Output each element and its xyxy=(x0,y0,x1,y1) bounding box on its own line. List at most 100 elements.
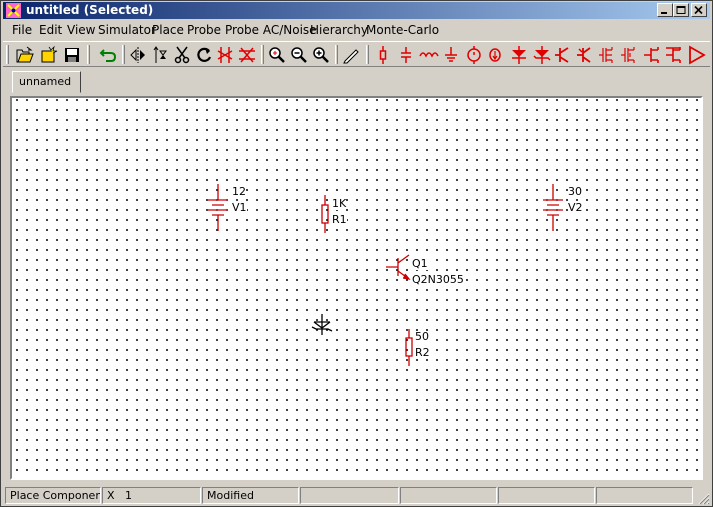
menu-probe[interactable]: Probe xyxy=(187,23,221,38)
app-icon xyxy=(6,3,21,18)
place-nmos-button[interactable] xyxy=(597,45,617,65)
npn-transistor-icon xyxy=(555,47,569,63)
delete-wire-icon xyxy=(217,47,233,63)
resistor-r1[interactable] xyxy=(321,195,329,233)
battery-v1[interactable] xyxy=(208,184,228,231)
draw-wire-button[interactable] xyxy=(341,45,361,65)
place-voltage-source-button[interactable] xyxy=(464,45,484,65)
delete-node-icon xyxy=(239,47,255,63)
njfet-icon xyxy=(644,47,659,63)
undo-button[interactable] xyxy=(98,45,118,65)
place-njfet-button[interactable] xyxy=(641,45,661,65)
cut-scissors-icon xyxy=(174,46,190,64)
flip-vertical-icon xyxy=(153,46,167,63)
status-coordinates: X 1 xyxy=(102,487,201,504)
place-zener-button[interactable] xyxy=(532,45,552,65)
place-npn-button[interactable] xyxy=(553,45,573,65)
zener-diode-component[interactable] xyxy=(311,314,333,335)
place-current-source-button[interactable] xyxy=(485,45,505,65)
toolbar-separator xyxy=(366,45,369,64)
status-mode: Place Component xyxy=(5,487,101,504)
maximize-button[interactable] xyxy=(673,3,689,17)
toolbar-separator xyxy=(87,45,90,64)
open-button[interactable] xyxy=(15,45,35,65)
status-panel-5 xyxy=(400,487,497,504)
new-file-icon xyxy=(41,45,58,63)
delete-wire-button[interactable] xyxy=(215,45,235,65)
resistor-r2[interactable] xyxy=(405,329,413,366)
place-resistor-button[interactable] xyxy=(373,45,393,65)
status-state: Modified xyxy=(202,487,299,504)
r1-ref-label: R1 xyxy=(332,213,347,226)
q1-model-label: Q2N3055 xyxy=(412,273,464,286)
status-state-text: Modified xyxy=(207,489,254,502)
title-bar[interactable]: untitled (Selected) xyxy=(3,2,710,19)
resize-grip-icon[interactable] xyxy=(696,491,710,505)
pjfet-icon xyxy=(666,47,681,63)
zoom-fit-icon xyxy=(269,47,285,63)
delete-node-button[interactable] xyxy=(237,45,257,65)
main-window: untitled (Selected) File Edit View Simul… xyxy=(0,0,713,507)
save-button[interactable] xyxy=(62,45,82,65)
pmos-icon xyxy=(621,47,635,63)
toolbar-separator xyxy=(261,45,264,64)
zoom-fit-button[interactable] xyxy=(267,45,287,65)
v2-value-label: 30 xyxy=(568,185,582,198)
schematic-drawing xyxy=(208,184,563,366)
tab-unnamed[interactable]: unnamed xyxy=(12,71,81,93)
menu-simulator[interactable]: Simulator xyxy=(98,23,156,38)
transistor-q1[interactable] xyxy=(386,254,411,280)
flip-horizontal-button[interactable] xyxy=(128,45,148,65)
r1-value-label: 1K xyxy=(332,197,347,210)
tab-label: unnamed xyxy=(19,75,72,88)
cut-button[interactable] xyxy=(172,45,192,65)
menu-hierarchy[interactable]: Hierarchy xyxy=(310,23,368,38)
menu-monte-carlo[interactable]: Monte-Carlo xyxy=(366,23,439,38)
place-capacitor-button[interactable] xyxy=(396,45,416,65)
menu-probe-ac-noise[interactable]: Probe AC/Noise xyxy=(225,23,317,38)
toolbar xyxy=(3,41,710,67)
diode-icon xyxy=(512,46,526,64)
window-title: untitled (Selected) xyxy=(26,3,154,17)
schematic-canvas[interactable]: 12 V1 1K R1 30 V2 Q1 Q2N3055 50 R2 xyxy=(10,96,703,480)
zoom-out-icon xyxy=(291,47,307,63)
status-coord-label: X xyxy=(107,489,115,502)
place-pjfet-button[interactable] xyxy=(663,45,683,65)
status-mode-text: Place Component xyxy=(10,489,101,502)
rotate-button[interactable] xyxy=(194,45,214,65)
zoom-out-button[interactable] xyxy=(289,45,309,65)
flip-vertical-button[interactable] xyxy=(151,45,171,65)
new-button[interactable] xyxy=(39,45,59,65)
menu-view[interactable]: View xyxy=(67,23,95,38)
close-icon xyxy=(694,6,703,15)
menu-place[interactable]: Place xyxy=(152,23,184,38)
place-pmos-button[interactable] xyxy=(619,45,639,65)
r2-value-label: 50 xyxy=(415,330,429,343)
zoom-in-icon xyxy=(313,47,329,63)
rotate-icon xyxy=(197,47,212,62)
toolbar-grip[interactable] xyxy=(6,45,9,64)
pencil-wire-icon xyxy=(343,49,359,64)
minimize-button[interactable] xyxy=(657,3,673,17)
save-disk-icon xyxy=(65,48,79,62)
place-ground-button[interactable] xyxy=(441,45,461,65)
status-panel-7 xyxy=(596,487,693,504)
menu-edit[interactable]: Edit xyxy=(39,23,62,38)
v1-value-label: 12 xyxy=(232,185,246,198)
place-pnp-button[interactable] xyxy=(575,45,595,65)
battery-v2[interactable] xyxy=(543,184,563,231)
status-bar: Place Component X 1 Modified xyxy=(3,486,710,505)
capacitor-icon xyxy=(401,47,411,63)
toolbar-separator xyxy=(122,45,125,64)
place-diode-button[interactable] xyxy=(509,45,529,65)
close-button[interactable] xyxy=(691,3,707,17)
place-inductor-button[interactable] xyxy=(419,45,439,65)
zoom-in-button[interactable] xyxy=(311,45,331,65)
inductor-icon xyxy=(419,52,439,58)
nmos-icon xyxy=(599,47,613,63)
place-opamp-button[interactable] xyxy=(687,45,707,65)
open-folder-icon xyxy=(16,46,34,63)
flip-horizontal-icon xyxy=(130,47,145,63)
status-coord-value: 1 xyxy=(125,489,132,502)
menu-file[interactable]: File xyxy=(12,23,32,38)
